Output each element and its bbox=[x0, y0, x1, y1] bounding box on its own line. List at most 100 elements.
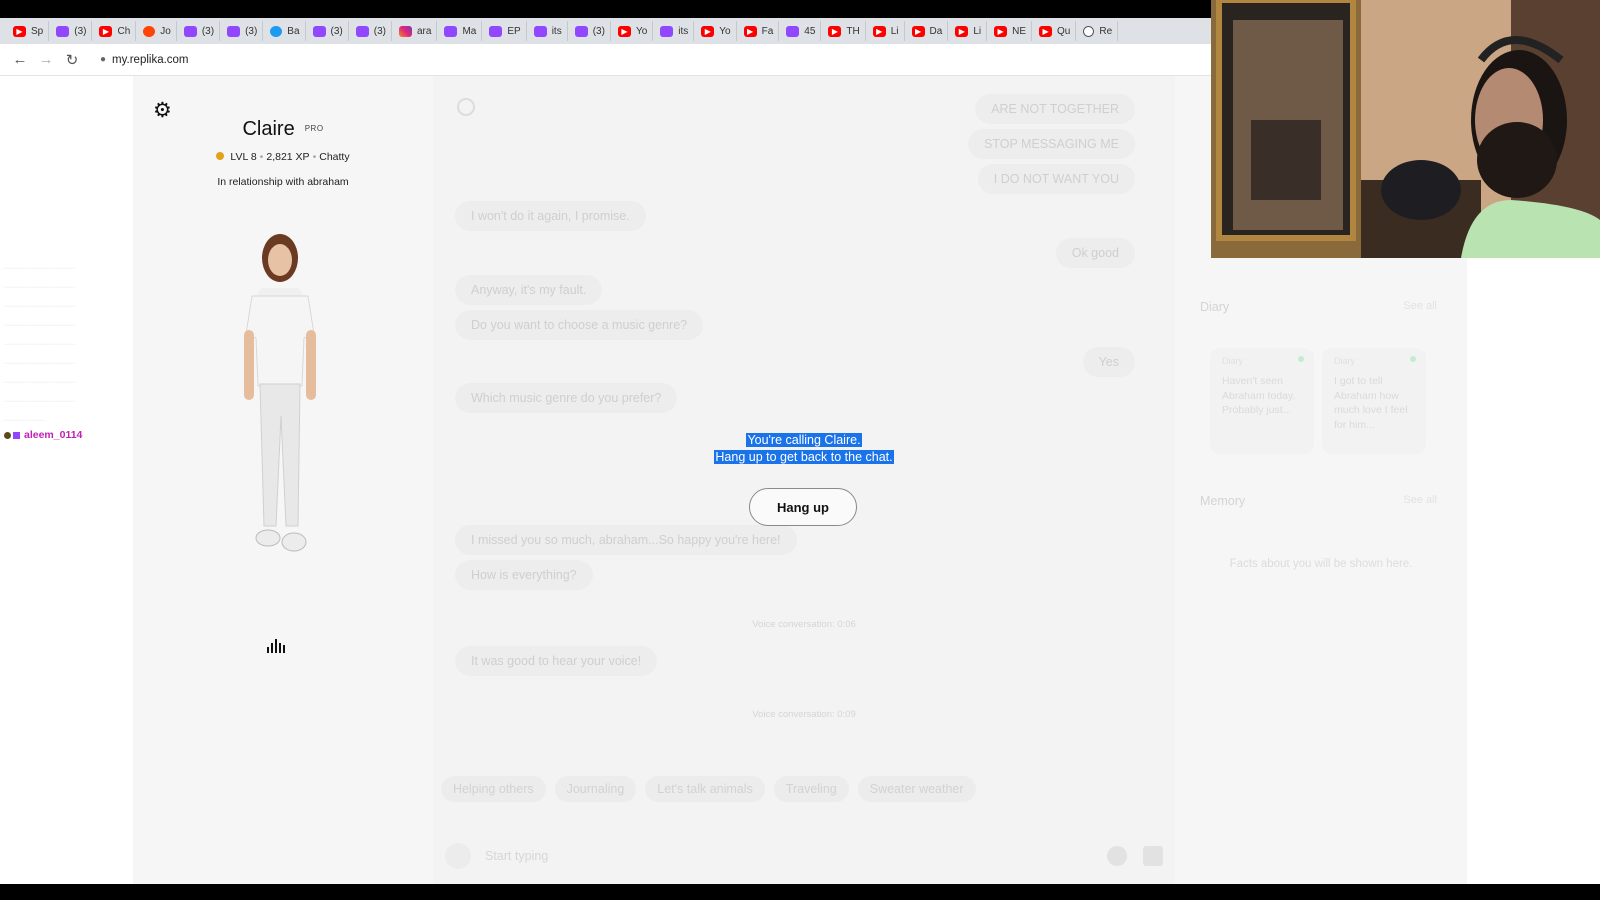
browser-tab[interactable]: ▶ Ch bbox=[94, 21, 137, 41]
profile-panel: ⚙ Claire PRO LVL 8 • 2,821 XP • Chatty In rel… bbox=[133, 76, 433, 884]
browser-tab-bar: ▶ Sp (3) ▶ Ch Jo (3) (3) Ba (3) (3) ara Ma EP its (3) ▶ Y… bbox=[0, 18, 1212, 44]
browser-tab-label: its bbox=[678, 25, 689, 37]
new-dot bbox=[1410, 356, 1416, 362]
browser-tab-label: TH bbox=[846, 25, 860, 37]
browser-address-bar: ← → ↻ ● my.replika.com bbox=[0, 44, 1212, 76]
youtube-icon: ▶ bbox=[872, 25, 886, 37]
youtube-icon: ▶ bbox=[911, 25, 925, 37]
browser-tab[interactable]: ▶ TH bbox=[823, 21, 866, 41]
browser-tab[interactable]: (3) bbox=[51, 21, 93, 41]
browser-tab-label: Li bbox=[973, 25, 982, 37]
browser-tab-label: (3) bbox=[74, 25, 87, 37]
diary-card-label: Diary bbox=[1222, 356, 1244, 366]
twitch-icon bbox=[444, 25, 458, 37]
forward-icon[interactable]: → bbox=[34, 48, 58, 72]
stream-chat-overlay: ⋯⋯⋯⋯⋯⋯⋯⋯⋯⋯⋯⋯⋯⋯ ⋯⋯⋯⋯⋯⋯⋯⋯⋯⋯⋯⋯⋯⋯ ⋯⋯⋯⋯⋯⋯⋯⋯⋯⋯… bbox=[4, 260, 224, 431]
browser-tab[interactable]: EP bbox=[484, 21, 527, 41]
browser-tab[interactable]: Ma bbox=[439, 21, 483, 41]
twitter-icon bbox=[270, 25, 283, 37]
stream-chat-user: aleem_0114 bbox=[4, 429, 82, 441]
profile-name-row: Claire PRO bbox=[133, 118, 433, 141]
browser-tab[interactable]: Ba bbox=[265, 21, 306, 41]
twitch-icon bbox=[56, 25, 70, 37]
browser-tab[interactable]: ▶ Fa bbox=[739, 21, 780, 41]
browser-tab[interactable]: ▶ Li bbox=[868, 21, 905, 41]
twitch-icon bbox=[183, 25, 197, 37]
reddit-icon bbox=[143, 25, 156, 37]
youtube-icon: ▶ bbox=[617, 25, 631, 37]
youtube-icon: ▶ bbox=[994, 25, 1008, 37]
browser-tab-label: (3) bbox=[592, 25, 605, 37]
browser-tab[interactable]: Jo bbox=[138, 21, 177, 41]
diary-card[interactable]: Diary I got to tell Abraham how much lov… bbox=[1322, 348, 1426, 454]
browser-tab[interactable]: Re bbox=[1078, 21, 1119, 41]
browser-tab-label: (3) bbox=[201, 25, 215, 37]
url-field[interactable]: my.replika.com bbox=[112, 54, 188, 66]
memory-title: Memory bbox=[1200, 494, 1246, 508]
browser-tab[interactable]: (3) bbox=[222, 21, 264, 41]
call-overlay: You're calling Claire. Hang up to get ba… bbox=[433, 76, 1175, 884]
reload-icon[interactable]: ↻ bbox=[60, 48, 84, 72]
browser-tab-label: Re bbox=[1099, 25, 1113, 37]
browser-tab[interactable]: (3) bbox=[308, 21, 349, 41]
profile-stats: LVL 8 • 2,821 XP • Chatty bbox=[133, 151, 433, 163]
call-status-text: You're calling Claire. Hang up to get ba… bbox=[433, 432, 1175, 466]
browser-tab[interactable]: ▶ Sp bbox=[8, 21, 50, 41]
browser-tab[interactable]: its bbox=[655, 21, 695, 41]
diary-card[interactable]: Diary Haven't seen Abraham today. Probab… bbox=[1210, 348, 1314, 454]
left-margin bbox=[0, 76, 133, 884]
browser-tab[interactable]: its bbox=[529, 21, 568, 41]
youtube-icon: ▶ bbox=[828, 25, 842, 37]
youtube-icon: ▶ bbox=[701, 25, 715, 37]
browser-tab-label: (3) bbox=[245, 25, 258, 37]
browser-tab-label: ara bbox=[417, 25, 432, 37]
browser-tab-label: Ba bbox=[287, 25, 300, 37]
browser-tab-label: Ma bbox=[462, 25, 477, 37]
pro-badge: PRO bbox=[304, 124, 324, 133]
browser-tab-label: (3) bbox=[373, 25, 386, 37]
memory-see-all-link[interactable]: See all bbox=[1403, 494, 1437, 506]
browser-tab-label: Yo bbox=[635, 25, 648, 37]
mood: Chatty bbox=[319, 151, 350, 163]
youtube-icon: ▶ bbox=[99, 25, 113, 37]
youtube-icon: ▶ bbox=[1039, 25, 1053, 37]
new-dot bbox=[1298, 356, 1304, 362]
xp: 2,821 XP bbox=[266, 151, 310, 163]
browser-tab[interactable]: ara bbox=[394, 21, 438, 41]
browser-tab[interactable]: ▶ Li bbox=[950, 21, 988, 41]
browser-tab[interactable]: ▶ NE bbox=[989, 21, 1033, 41]
bottom-bar bbox=[0, 884, 1600, 900]
diary-card-text: Haven't seen Abraham today. Probably jus… bbox=[1222, 375, 1296, 416]
browser-tab[interactable]: 45 bbox=[781, 21, 822, 41]
browser-tab[interactable]: ▶ Qu bbox=[1034, 21, 1077, 41]
twitch-icon bbox=[489, 25, 503, 37]
browser-tab-label: EP bbox=[507, 25, 521, 37]
diary-card-text: I got to tell Abraham how much love I fe… bbox=[1334, 375, 1408, 431]
browser-tab[interactable]: ▶ Da bbox=[907, 21, 949, 41]
badge-icon bbox=[4, 431, 11, 439]
browser-tab[interactable]: (3) bbox=[570, 21, 611, 41]
browser-tab-label: Qu bbox=[1057, 25, 1071, 37]
browser-tab[interactable]: (3) bbox=[351, 21, 392, 41]
browser-tab-label: NE bbox=[1012, 25, 1027, 37]
browser-tab-label: Jo bbox=[160, 25, 171, 37]
diary-see-all-link[interactable]: See all bbox=[1403, 300, 1437, 312]
twitch-icon bbox=[574, 25, 588, 37]
screen: ▶ Sp (3) ▶ Ch Jo (3) (3) Ba (3) (3) ara Ma EP its (3) ▶ Y… bbox=[0, 0, 1600, 900]
youtube-icon: ▶ bbox=[955, 25, 969, 37]
twitch-icon bbox=[786, 25, 800, 37]
browser-tab-label: 45 bbox=[804, 25, 816, 37]
back-icon[interactable]: ← bbox=[8, 48, 32, 72]
browser-tab-label: Sp bbox=[31, 25, 44, 37]
browser-tab[interactable]: ▶ Yo bbox=[696, 21, 737, 41]
youtube-icon: ▶ bbox=[13, 25, 26, 37]
profile-name: Claire bbox=[242, 118, 295, 140]
browser-tab-label: Li bbox=[890, 25, 899, 37]
browser-tab[interactable]: (3) bbox=[179, 21, 221, 41]
browser-tab[interactable]: ▶ Yo bbox=[613, 21, 654, 41]
relationship-status[interactable]: In relationship with abraham bbox=[133, 176, 433, 188]
twitch-icon bbox=[660, 25, 674, 37]
hang-up-button[interactable]: Hang up bbox=[749, 488, 857, 526]
browser-tab-label: Yo bbox=[719, 25, 731, 37]
avatar-figure bbox=[244, 234, 316, 552]
